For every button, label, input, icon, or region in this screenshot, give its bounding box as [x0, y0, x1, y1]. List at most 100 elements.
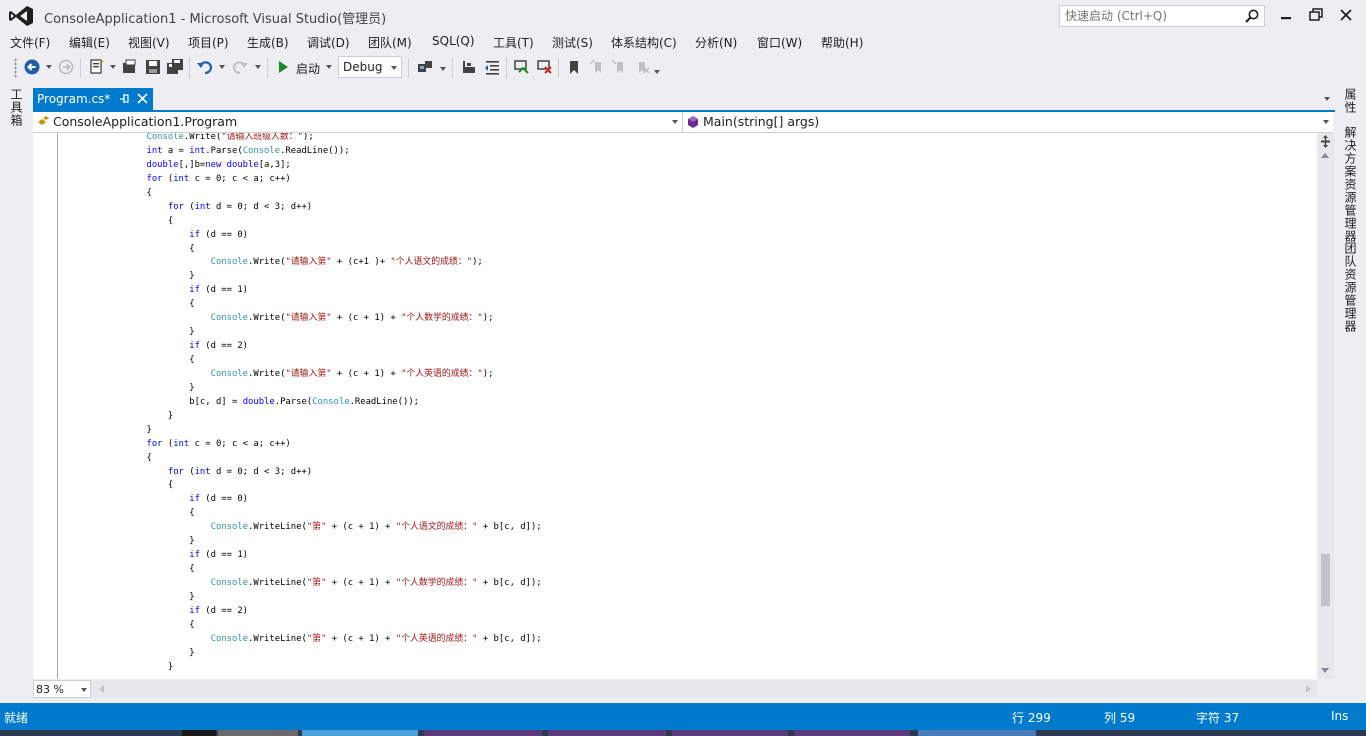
code-line[interactable]: {	[61, 479, 542, 493]
code-line[interactable]: {	[61, 243, 542, 257]
start-dropdown-icon[interactable]	[326, 65, 332, 69]
outdent-icon[interactable]	[483, 58, 501, 76]
tab-overflow-dropdown-icon[interactable]	[1324, 97, 1330, 101]
code-line[interactable]: Console.Write("请输入第" + (c + 1) + "个人英语的成…	[61, 368, 542, 382]
code-line[interactable]: Console.WriteLine("第" + (c + 1) + "个人语文的…	[61, 521, 542, 535]
code-line[interactable]: Console.WriteLine("第" + (c + 1) + "个人数学的…	[61, 577, 542, 591]
code-line[interactable]: }	[61, 270, 542, 284]
navigate-back-icon[interactable]	[23, 58, 41, 76]
scroll-right-icon[interactable]	[1306, 685, 1311, 693]
menu-debug[interactable]: 调试(D)	[307, 34, 350, 51]
code-line[interactable]: Console.WriteLine("第" + (c + 1) + "个人英语的…	[61, 633, 542, 647]
code-line[interactable]: if (d == 2)	[61, 340, 542, 354]
code-line[interactable]: }	[61, 647, 542, 661]
code-line[interactable]: {	[61, 507, 542, 521]
code-line[interactable]: if (d == 1)	[61, 549, 542, 563]
menu-file[interactable]: 文件(F)	[10, 34, 50, 51]
code-line[interactable]: }	[61, 424, 542, 438]
code-editor[interactable]: Console.Write("请输入班级人数："); int a = int.P…	[33, 133, 1317, 679]
vertical-scrollbar[interactable]	[1317, 133, 1334, 679]
code-line[interactable]: }	[61, 535, 542, 549]
taskbar-item[interactable]	[424, 730, 542, 736]
code-line[interactable]: {	[61, 619, 542, 633]
taskbar-item[interactable]	[218, 730, 298, 736]
close-button[interactable]	[1336, 6, 1356, 24]
close-tab-icon[interactable]	[137, 93, 148, 104]
solution-explorer-tab[interactable]: 解决方案资源管理器	[1342, 126, 1359, 243]
code-line[interactable]: Console.Write("请输入第" + (c+1 )+ "个人语文的成绩：…	[61, 256, 542, 270]
code-line[interactable]: int a = int.Parse(Console.ReadLine());	[61, 145, 542, 159]
menu-team[interactable]: 团队(M)	[368, 34, 412, 51]
search-icon[interactable]	[1244, 8, 1260, 24]
team-explorer-tab[interactable]: 团队资源管理器	[1342, 242, 1359, 333]
taskbar-item[interactable]	[302, 730, 418, 736]
next-bookmark-icon[interactable]	[610, 58, 628, 76]
toolbar-grip[interactable]	[14, 58, 17, 78]
menu-project[interactable]: 项目(P)	[188, 34, 229, 51]
redo-icon[interactable]	[231, 58, 249, 76]
menu-sql[interactable]: SQL(Q)	[432, 34, 475, 48]
class-scope-dropdown[interactable]: ConsoleApplication1.Program	[33, 112, 683, 132]
code-line[interactable]: for (int c = 0; c < a; c++)	[61, 438, 542, 452]
code-line[interactable]: }	[61, 382, 542, 396]
code-text[interactable]: Console.Write("请输入班级人数："); int a = int.P…	[61, 133, 542, 675]
scrollbar-thumb[interactable]	[1321, 554, 1330, 606]
pin-icon[interactable]	[119, 93, 131, 105]
scroll-down-icon[interactable]	[1321, 668, 1329, 673]
menu-analyze[interactable]: 分析(N)	[695, 34, 737, 51]
scroll-up-icon[interactable]	[1321, 153, 1329, 158]
code-line[interactable]: {	[61, 452, 542, 466]
save-icon[interactable]	[144, 58, 162, 76]
bookmark-icon[interactable]	[565, 58, 583, 76]
code-line[interactable]: for (int c = 0; c < a; c++)	[61, 173, 542, 187]
redo-dropdown-icon[interactable]	[255, 65, 261, 69]
menu-view[interactable]: 视图(V)	[128, 34, 170, 51]
undo-icon[interactable]	[196, 58, 214, 76]
uncomment-icon[interactable]	[536, 58, 554, 76]
menu-window[interactable]: 窗口(W)	[757, 34, 802, 51]
menu-edit[interactable]: 编辑(E)	[69, 34, 110, 51]
zoom-level-dropdown[interactable]: 83 %	[33, 680, 91, 698]
toggle-breakpoint-icon[interactable]	[460, 58, 478, 76]
navigate-back-dropdown-icon[interactable]	[46, 65, 52, 69]
code-line[interactable]: }	[61, 410, 542, 424]
code-line[interactable]: if (d == 0)	[61, 493, 542, 507]
member-scope-dropdown[interactable]: Main(string[] args)	[683, 112, 1333, 132]
toolbox-tab[interactable]: 工具箱	[8, 88, 25, 127]
taskbar-item[interactable]	[918, 730, 1036, 736]
code-line[interactable]: {	[61, 187, 542, 201]
scroll-left-icon[interactable]	[99, 685, 104, 693]
code-line[interactable]: }	[61, 591, 542, 605]
code-line[interactable]: double[,]b=new double[a,3];	[61, 159, 542, 173]
taskbar-item[interactable]	[794, 730, 910, 736]
tab-program-cs[interactable]: Program.cs*	[33, 88, 153, 110]
clear-bookmarks-icon[interactable]	[633, 58, 651, 76]
navigate-forward-icon[interactable]	[57, 58, 75, 76]
toolbar-options-icon[interactable]	[654, 70, 660, 74]
code-line[interactable]: for (int d = 0; d < 3; d++)	[61, 201, 542, 215]
code-line[interactable]: {	[61, 298, 542, 312]
new-project-dropdown-icon[interactable]	[110, 65, 116, 69]
taskbar-item[interactable]	[548, 730, 666, 736]
code-line[interactable]: }	[61, 661, 542, 675]
code-line[interactable]: {	[61, 354, 542, 368]
comment-icon[interactable]	[513, 58, 531, 76]
minimize-button[interactable]	[1276, 6, 1296, 24]
restore-button[interactable]	[1306, 6, 1326, 24]
taskbar-item[interactable]	[672, 730, 788, 736]
split-window-icon[interactable]	[1319, 135, 1332, 148]
code-line[interactable]: {	[61, 563, 542, 577]
save-all-icon[interactable]	[166, 58, 184, 76]
solution-configuration-select[interactable]: Debug	[338, 56, 402, 78]
quick-launch-box[interactable]	[1059, 5, 1265, 27]
code-line[interactable]: Console.Write("请输入第" + (c + 1) + "个人数学的成…	[61, 312, 542, 326]
open-file-icon[interactable]	[121, 58, 139, 76]
horizontal-scrollbar[interactable]: 83 %	[33, 680, 1317, 698]
undo-dropdown-icon[interactable]	[219, 65, 225, 69]
code-line[interactable]: {	[61, 215, 542, 229]
code-line[interactable]: if (d == 2)	[61, 605, 542, 619]
menu-tools[interactable]: 工具(T)	[493, 34, 534, 51]
find-dropdown-icon[interactable]	[440, 67, 446, 71]
code-line[interactable]: Console.Write("请输入班级人数：");	[61, 133, 542, 145]
code-line[interactable]: if (d == 0)	[61, 229, 542, 243]
